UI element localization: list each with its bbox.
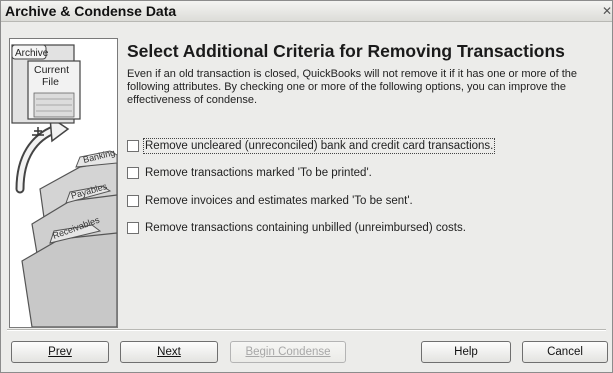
description-text: Even if an old transaction is closed, Qu… [127, 68, 577, 106]
cancel-button-label: Cancel [547, 346, 583, 358]
close-icon[interactable]: ✕ [602, 4, 612, 18]
archive-condense-dialog: Archive & Condense Data ✕ Banking Payabl… [0, 0, 613, 373]
page-title: Select Additional Criteria for Removing … [127, 41, 565, 61]
folder-label-file: File [42, 76, 59, 88]
option-label: Remove transactions marked 'To be printe… [145, 167, 372, 179]
next-button[interactable]: Next [120, 341, 218, 363]
archive-illustration: Banking Payables Receivables Archive Cur… [9, 38, 118, 328]
next-button-label: Next [157, 346, 181, 358]
option-label: Remove uncleared (unreconciled) bank and… [142, 138, 496, 154]
checkbox-unbilled[interactable] [127, 222, 139, 234]
prev-button[interactable]: Prev [11, 341, 109, 363]
folder-label-current: Current [34, 64, 69, 76]
begin-condense-button[interactable]: Begin Condense [230, 341, 346, 363]
begin-condense-button-label: Begin Condense [245, 346, 331, 358]
option-label: Remove transactions containing unbilled … [145, 222, 466, 234]
option-remove-unbilled[interactable]: Remove transactions containing unbilled … [127, 220, 466, 236]
title-bar: Archive & Condense Data ✕ [1, 1, 612, 22]
help-button-label: Help [454, 346, 478, 358]
option-label: Remove invoices and estimates marked 'To… [145, 195, 413, 207]
cancel-button[interactable]: Cancel [522, 341, 608, 363]
prev-button-label: Prev [48, 346, 72, 358]
option-remove-uncleared[interactable]: Remove uncleared (unreconciled) bank and… [127, 138, 496, 154]
folder-label-archive: Archive [15, 48, 49, 59]
checkbox-to-be-printed[interactable] [127, 167, 139, 179]
footer-separator [7, 329, 606, 331]
folders-graphic: Banking Payables Receivables Archive Cur… [11, 44, 117, 327]
checkbox-uncleared[interactable] [127, 140, 139, 152]
option-remove-to-be-printed[interactable]: Remove transactions marked 'To be printe… [127, 165, 372, 181]
window-title: Archive & Condense Data [5, 3, 177, 19]
checkbox-to-be-sent[interactable] [127, 195, 139, 207]
option-remove-to-be-sent[interactable]: Remove invoices and estimates marked 'To… [127, 193, 413, 209]
help-button[interactable]: Help [421, 341, 511, 363]
